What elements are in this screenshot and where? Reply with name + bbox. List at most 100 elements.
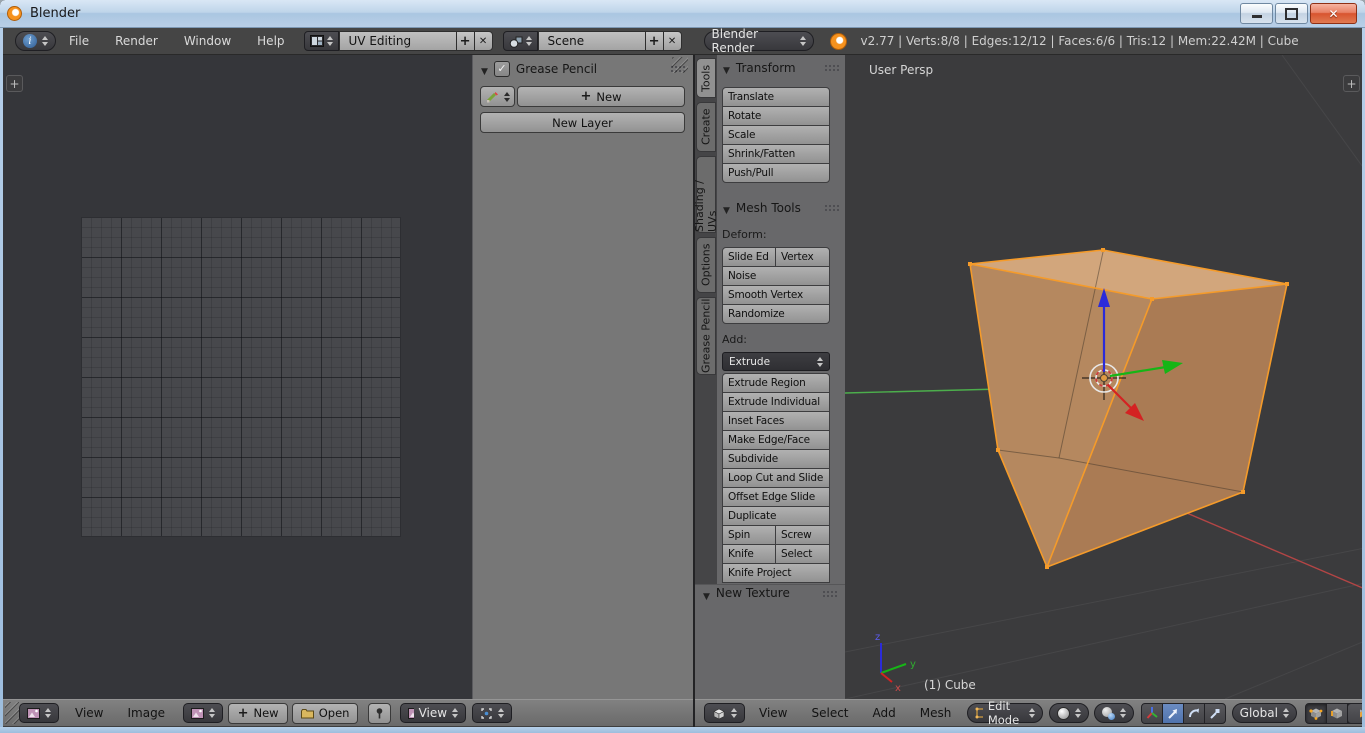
extrude-dropdown[interactable]: Extrude <box>722 352 830 371</box>
screen-layout-field[interactable]: UV Editing <box>338 31 457 51</box>
uv-menu-image[interactable]: Image <box>115 706 177 720</box>
vp-menu-mesh[interactable]: Mesh <box>908 706 964 720</box>
grease-pencil-data-dropdown[interactable] <box>480 86 515 107</box>
smooth-vertex-button[interactable]: Smooth Vertex <box>722 285 830 305</box>
vp-menu-add[interactable]: Add <box>861 706 908 720</box>
add-scene-button[interactable] <box>644 31 664 51</box>
pin-button[interactable] <box>368 702 392 724</box>
updown-arrows-icon <box>1282 708 1289 718</box>
tab-tools[interactable]: Tools <box>696 58 716 98</box>
make-edge-face-button[interactable]: Make Edge/Face <box>722 430 830 450</box>
loop-cut-button[interactable]: Loop Cut and Slide <box>722 468 830 488</box>
rotate-manipulator-button[interactable] <box>1182 702 1205 724</box>
randomize-button[interactable]: Randomize <box>722 304 830 324</box>
edge-select-button[interactable] <box>1325 702 1348 724</box>
slide-edge-button[interactable]: Slide Ed <box>722 247 776 267</box>
orientation-value: Global <box>1239 706 1278 720</box>
noise-button[interactable]: Noise <box>722 266 830 286</box>
orientation-dropdown[interactable]: Global <box>1231 703 1297 723</box>
menu-help[interactable]: Help <box>244 34 297 48</box>
pivot-frame-icon <box>481 707 492 719</box>
add-layout-button[interactable] <box>455 31 475 51</box>
uv-region-expand-button[interactable] <box>6 75 23 92</box>
knife-select-button[interactable]: Select <box>775 544 830 564</box>
shrink-fatten-button[interactable]: Shrink/Fatten <box>722 144 830 164</box>
screen-layout-browse[interactable] <box>303 31 339 51</box>
menu-window[interactable]: Window <box>171 34 244 48</box>
knife-project-button[interactable]: Knife Project <box>722 563 830 583</box>
uv-menu-view[interactable]: View <box>63 706 115 720</box>
image-browse-dropdown[interactable] <box>183 703 224 723</box>
grease-pencil-panel-header[interactable]: Grease Pencil <box>481 59 685 78</box>
panel-drag-dots[interactable] <box>822 589 837 597</box>
delete-layout-button[interactable] <box>473 31 493 51</box>
menu-render[interactable]: Render <box>102 34 171 48</box>
pivot-point-dropdown[interactable] <box>1093 703 1134 723</box>
translate-button[interactable]: Translate <box>722 87 830 107</box>
panel-drag-dots[interactable] <box>824 64 839 71</box>
image-new-button[interactable]: New <box>228 702 289 724</box>
render-engine-dropdown[interactable]: Blender Render <box>703 27 814 55</box>
scale-button[interactable]: Scale <box>722 125 830 145</box>
grease-pencil-new-button[interactable]: New <box>517 86 685 107</box>
maximize-button[interactable] <box>1275 3 1308 24</box>
tab-options[interactable]: Options <box>696 237 716 293</box>
manipulator-toggle-button[interactable] <box>1140 702 1163 724</box>
extrude-region-button[interactable]: Extrude Region <box>722 373 830 393</box>
translate-manipulator-button[interactable] <box>1161 702 1184 724</box>
new-texture-panel-header[interactable]: New Texture <box>695 584 845 601</box>
vertex-select-button[interactable] <box>1304 702 1327 724</box>
close-button[interactable]: ✕ <box>1310 3 1357 24</box>
vertex-slide-button[interactable]: Vertex <box>775 247 830 267</box>
mesh-tools-panel-header[interactable]: Mesh Tools <box>717 198 845 217</box>
minimize-button[interactable] <box>1240 3 1273 24</box>
viewport-region-expand-button[interactable] <box>1343 75 1360 92</box>
extrude-dropdown-value: Extrude <box>729 355 771 368</box>
scene-field[interactable]: Scene <box>537 31 646 51</box>
uv-pivot-dropdown[interactable] <box>472 703 513 723</box>
inset-faces-button[interactable]: Inset Faces <box>722 411 830 431</box>
scale-manipulator-button[interactable] <box>1203 702 1226 724</box>
vp-menu-view[interactable]: View <box>747 706 799 720</box>
grease-pencil-checkbox[interactable] <box>493 60 510 77</box>
knife-button[interactable]: Knife <box>722 544 776 564</box>
screw-button[interactable]: Screw <box>775 525 830 545</box>
snap-toggle-button[interactable] <box>1347 703 1360 724</box>
uv-display-dropdown[interactable]: View <box>400 703 467 723</box>
editor-type-dropdown-uv[interactable] <box>19 703 59 723</box>
header-corner-grip[interactable] <box>5 702 19 724</box>
vp-menu-select[interactable]: Select <box>799 706 860 720</box>
title-bar[interactable]: Blender ✕ <box>0 0 1365 28</box>
image-open-label: Open <box>318 706 350 720</box>
updown-arrows-icon <box>525 36 532 46</box>
extrude-individual-button[interactable]: Extrude Individual <box>722 392 830 412</box>
menu-file[interactable]: File <box>56 34 102 48</box>
mode-dropdown[interactable]: Edit Mode <box>967 699 1043 727</box>
tab-grease-pencil[interactable]: Grease Pencil <box>696 297 716 375</box>
rotate-button[interactable]: Rotate <box>722 106 830 126</box>
new-layer-button[interactable]: New Layer <box>480 112 685 133</box>
info-editor-icon: i <box>23 34 37 48</box>
scene-browse[interactable] <box>502 31 538 51</box>
editor-type-dropdown-3d[interactable] <box>704 703 745 723</box>
cube-editor-icon <box>713 708 725 719</box>
tab-create[interactable]: Create <box>696 102 716 152</box>
spin-button[interactable]: Spin <box>722 525 776 545</box>
push-pull-button[interactable]: Push/Pull <box>722 163 830 183</box>
delete-scene-button[interactable] <box>662 31 682 51</box>
panel-drag-dots[interactable] <box>824 204 839 211</box>
viewport-shading-dropdown[interactable] <box>1048 703 1089 723</box>
updown-arrows-icon <box>45 708 51 718</box>
duplicate-button[interactable]: Duplicate <box>722 506 830 526</box>
tab-shading-uvs[interactable]: Shading / UVs <box>693 156 719 233</box>
editor-type-dropdown-info[interactable]: i <box>15 31 56 51</box>
subdivide-button[interactable]: Subdivide <box>722 449 830 469</box>
screen-layout-icon <box>309 35 324 47</box>
world-y-axis-line <box>845 388 1002 394</box>
info-header: i File Render Window Help UV Editing Sce… <box>3 27 1362 79</box>
transform-panel-header[interactable]: Transform <box>717 58 845 77</box>
offset-edge-slide-button[interactable]: Offset Edge Slide <box>722 487 830 507</box>
image-open-button[interactable]: Open <box>292 702 359 724</box>
image-icon <box>408 707 414 719</box>
region-corner-grip[interactable] <box>672 57 688 73</box>
